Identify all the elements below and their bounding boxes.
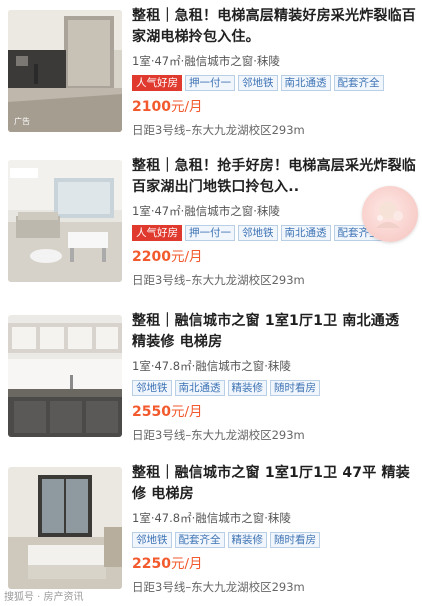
tag: 南北通透 [280, 225, 331, 241]
tag: 邻地铁 [132, 380, 172, 396]
listing-meta: 1室·47.8㎡·融信城市之窗·秣陵 [132, 511, 291, 525]
price-unit: 元/月 [170, 99, 203, 115]
listing-photo[interactable]: 广告 [8, 10, 122, 132]
listing-photo[interactable] [8, 160, 122, 282]
listing-price: 2100元/月 [132, 98, 416, 116]
apartment-photo-livingroom [8, 160, 122, 282]
listing-distance: 日距3号线–东大九龙湖校区293m [132, 123, 305, 137]
apartment-photo-kitchen: 广告 [8, 10, 122, 132]
listing-tags: 邻地铁 南北通透 精装修 随时看房 [132, 380, 416, 396]
price-value: 2550 [132, 404, 171, 420]
price-unit: 元/月 [170, 249, 203, 265]
price-value: 2100 [132, 99, 171, 115]
tag: 随时看房 [270, 532, 320, 548]
listing-title[interactable]: 整租｜融信城市之窗 1室1厅1卫 南北通透 精装修 电梯房 [132, 311, 416, 353]
tag: 南北通透 [280, 75, 331, 91]
avatar-icon [376, 201, 403, 228]
listing-distance: 日距3号线–东大九龙湖校区293m [132, 428, 305, 442]
tag: 精装修 [227, 380, 267, 396]
listing-price: 2550元/月 [132, 403, 416, 421]
tag: 随时看房 [270, 380, 320, 396]
tag: 邻地铁 [132, 532, 172, 548]
price-value: 2250 [132, 556, 171, 572]
listing-card-1[interactable]: 广告 整租｜急租！电梯高层精装好房采光炸裂临百家湖电梯拎包入住。 1室·47㎡·… [0, 0, 422, 146]
listing-distance: 日距3号线–东大九龙湖校区293m [132, 580, 305, 594]
listing-distance: 日距3号线–东大九龙湖校区293m [132, 273, 305, 287]
price-unit: 元/月 [170, 556, 203, 572]
listing-tags: 邻地铁 配套齐全 精装修 随时看房 [132, 532, 416, 548]
price-value: 2200 [132, 249, 171, 265]
listing-card-3[interactable]: 整租｜融信城市之窗 1室1厅1卫 南北通透 精装修 电梯房 1室·47.8㎡·融… [0, 305, 422, 451]
listing-meta: 1室·47.8㎡·融信城市之窗·秣陵 [132, 359, 291, 373]
listing-tags: 人气好房 押一付一 邻地铁 南北通透 配套齐全 [132, 75, 416, 91]
listing-photo[interactable] [8, 467, 122, 589]
price-unit: 元/月 [170, 404, 203, 420]
listing-card-4[interactable]: 整租｜融信城市之窗 1室1厅1卫 47平 精装修 电梯房 1室·47.8㎡·融信… [0, 457, 422, 603]
tag: 押一付一 [185, 225, 235, 241]
tag: 押一付一 [185, 75, 235, 91]
apartment-photo-kitchen-counter [8, 315, 122, 437]
tag: 配套齐全 [333, 75, 384, 91]
listing-title[interactable]: 整租｜急租！电梯高层精装好房采光炸裂临百家湖电梯拎包入住。 [132, 6, 416, 48]
tag: 南北通透 [174, 380, 225, 396]
tag-hot: 人气好房 [132, 225, 182, 241]
floating-avatar-bubble[interactable] [362, 186, 418, 242]
listing-title[interactable]: 整租｜融信城市之窗 1室1厅1卫 47平 精装修 电梯房 [132, 463, 416, 505]
tag: 精装修 [227, 532, 267, 548]
tag: 邻地铁 [238, 225, 278, 241]
listing-photo[interactable] [8, 315, 122, 437]
listing-price: 2250元/月 [132, 555, 416, 573]
tag: 配套齐全 [174, 532, 225, 548]
listing-price: 2200元/月 [132, 248, 416, 266]
listing-meta: 1室·47㎡·融信城市之窗·秣陵 [132, 54, 280, 68]
watermark: 搜狐号 · 房产资讯 [4, 592, 84, 603]
tag: 邻地铁 [238, 75, 278, 91]
tag-hot: 人气好房 [132, 75, 182, 91]
apartment-photo-bedroom [8, 467, 122, 589]
thumb-caption: 广告 [14, 116, 30, 126]
listing-card-2[interactable]: 整租｜急租！抢手好房！电梯高层采光炸裂临百家湖出门地铁口拎包入.. 1室·47㎡… [0, 150, 422, 296]
